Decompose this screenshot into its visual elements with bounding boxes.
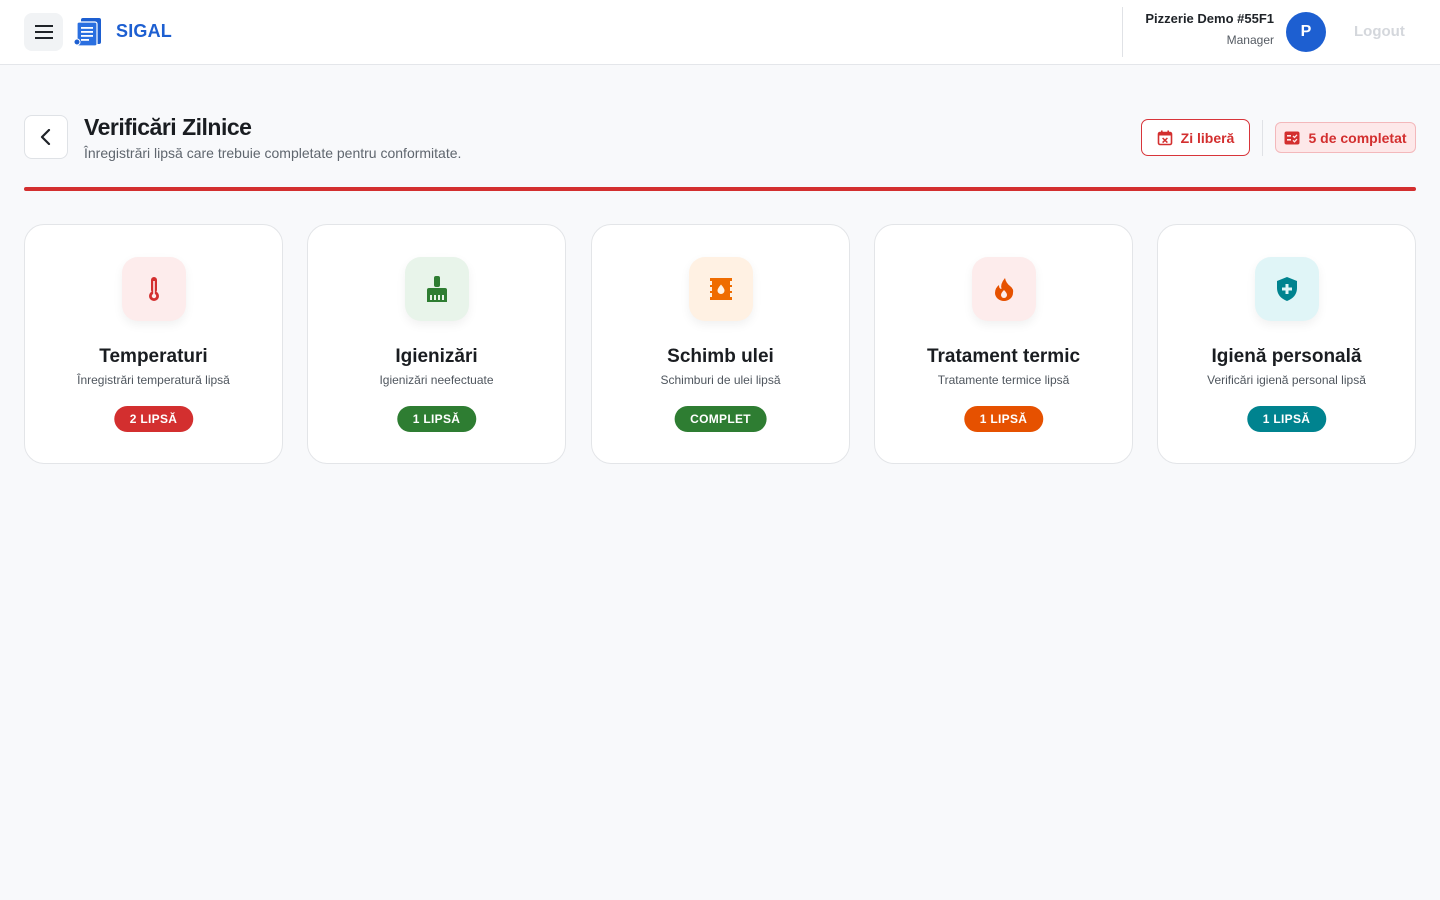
card-subtitle: Tratamente termice lipsă [937, 373, 1070, 387]
card-igienizari[interactable]: Igienizări Igienizări neefectuate 1 LIPS… [307, 224, 566, 464]
pending-count-label: 5 de completat [1308, 129, 1407, 146]
divider [1122, 7, 1123, 57]
icon-tile [121, 257, 186, 321]
document-logo-icon [73, 18, 101, 47]
health-shield-icon [1276, 277, 1297, 301]
card-title: Schimb ulei [667, 346, 774, 367]
status-divider-line [24, 187, 1416, 191]
check-cards: Temperaturi Înregistrări temperatură lip… [24, 224, 1416, 464]
icon-tile [404, 257, 469, 321]
logout-button[interactable]: Logout [1354, 23, 1405, 40]
top-bar: SIGAL Pizzerie Demo #55F1 Manager P Logo… [0, 0, 1440, 65]
icon-tile [1254, 257, 1319, 321]
user-name: Pizzerie Demo #55F1 [1145, 11, 1274, 26]
card-subtitle: Verificări igienă personal lipsă [1207, 373, 1366, 387]
avatar[interactable]: P [1286, 12, 1326, 52]
status-badge: 1 LIPSĂ [963, 406, 1044, 432]
calendar-cancel-icon [1157, 130, 1172, 145]
chevron-left-icon [40, 129, 51, 145]
card-subtitle: Înregistrări temperatură lipsă [77, 373, 230, 387]
oil-barrel-icon [709, 278, 732, 300]
divider [1262, 120, 1263, 156]
free-day-label: Zi liberă [1180, 129, 1235, 146]
back-button[interactable] [24, 115, 68, 159]
page-subtitle: Înregistrări lipsă care trebuie completa… [84, 145, 462, 161]
user-role: Manager [1226, 33, 1274, 47]
card-title: Igienizări [395, 346, 478, 367]
status-badge: 1 LIPSĂ [396, 406, 477, 432]
card-subtitle: Igienizări neefectuate [379, 373, 494, 387]
card-title: Tratament termic [926, 346, 1081, 367]
card-schimb-ulei[interactable]: Schimb ulei Schimburi de ulei lipsă COMP… [591, 224, 850, 464]
card-igiena-personala[interactable]: Igienă personală Verificări igienă perso… [1157, 224, 1416, 464]
brand-name[interactable]: SIGAL [116, 21, 172, 42]
card-temperaturi[interactable]: Temperaturi Înregistrări temperatură lip… [24, 224, 283, 464]
menu-button[interactable] [24, 13, 63, 51]
card-tratament-termic[interactable]: Tratament termic Tratamente termice lips… [874, 224, 1133, 464]
icon-tile [688, 257, 753, 321]
card-title: Temperaturi [99, 346, 208, 367]
page-title: Verificări Zilnice [84, 114, 252, 140]
thermometer-icon [148, 277, 159, 301]
free-day-button[interactable]: Zi liberă [1141, 119, 1250, 156]
pending-count-badge: 5 de completat [1275, 122, 1416, 153]
checklist-icon [1284, 131, 1300, 144]
status-badge: 1 LIPSĂ [1246, 406, 1327, 432]
flame-icon [994, 278, 1013, 301]
icon-tile [971, 257, 1036, 321]
card-subtitle: Schimburi de ulei lipsă [660, 373, 781, 387]
user-info: Pizzerie Demo #55F1 Manager [1145, 11, 1274, 48]
card-title: Igienă personală [1211, 346, 1362, 367]
cleaning-brush-icon [426, 276, 447, 302]
hamburger-menu-icon [34, 25, 53, 39]
status-badge: COMPLET [674, 406, 767, 432]
status-badge: 2 LIPSĂ [113, 406, 194, 432]
